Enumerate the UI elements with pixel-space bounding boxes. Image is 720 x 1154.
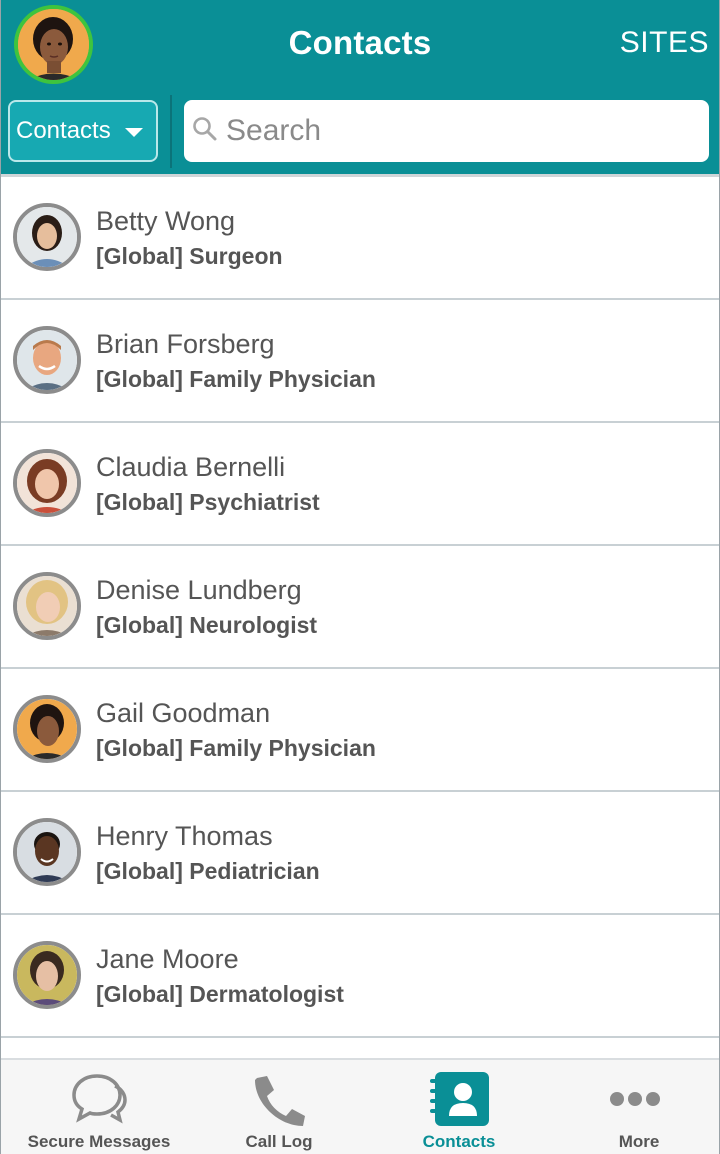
contact-row[interactable]: Denise Lundberg [Global] Neurologist: [1, 546, 719, 669]
contact-row[interactable]: Jane Moore [Global] Dermatologist: [1, 915, 719, 1038]
contact-photo: [17, 330, 77, 390]
tab-call-log[interactable]: Call Log: [197, 1060, 361, 1154]
contact-role: [Global] Family Physician: [96, 735, 376, 761]
tab-contacts[interactable]: Contacts: [361, 1060, 557, 1154]
contact-row[interactable]: Betty Wong [Global] Surgeon: [1, 177, 719, 300]
contacts-book-icon: [430, 1072, 489, 1126]
tab-label: Secure Messages: [27, 1132, 171, 1151]
contact-photo: [17, 453, 77, 513]
chat-bubbles-icon: [72, 1074, 127, 1124]
search-box[interactable]: [184, 100, 709, 162]
more-dots-icon: [610, 1092, 660, 1106]
contact-name: Claudia Bernelli: [96, 452, 286, 482]
contact-row[interactable]: Brian Forsberg [Global] Family Physician: [1, 300, 719, 423]
contact-photo: [17, 207, 77, 267]
tab-more[interactable]: More: [557, 1060, 719, 1154]
contact-role: [Global] Pediatrician: [96, 858, 320, 884]
contact-role: [Global] Neurologist: [96, 612, 318, 638]
contact-row[interactable]: Gail Goodman [Global] Family Physician: [1, 669, 719, 792]
phone-icon: [255, 1076, 305, 1126]
tab-label: Contacts: [422, 1132, 496, 1151]
contact-role: [Global] Psychiatrist: [96, 489, 320, 515]
contact-row[interactable]: Claudia Bernelli [Global] Psychiatrist: [1, 423, 719, 546]
contact-avatar: [13, 941, 81, 1009]
contact-name: Denise Lundberg: [96, 575, 302, 605]
contact-photo: [17, 699, 77, 759]
tab-secure-messages[interactable]: Secure Messages: [1, 1060, 197, 1154]
tab-label: More: [618, 1132, 660, 1151]
contact-name: Betty Wong: [96, 206, 236, 236]
contacts-filter-label: Contacts: [16, 117, 111, 144]
page-title: Contacts: [288, 24, 432, 61]
contact-avatar: [13, 326, 81, 394]
tab-label: Call Log: [245, 1132, 313, 1151]
contact-photo: [17, 576, 77, 636]
contact-role: [Global] Family Physician: [96, 366, 376, 392]
sites-button[interactable]: SITES: [620, 26, 709, 60]
contact-avatar: [13, 818, 81, 886]
filter-search-bar: Contacts: [1, 88, 719, 174]
contact-avatar: [13, 449, 81, 517]
contact-role: [Global] Dermatologist: [96, 981, 344, 1007]
contacts-filter-dropdown[interactable]: Contacts: [8, 100, 158, 162]
contact-avatar: [13, 572, 81, 640]
bottom-tab-bar: Secure Messages Call Log Contacts More: [1, 1058, 719, 1154]
contact-list: Betty Wong [Global] Surgeon Brian Forsbe…: [1, 177, 719, 1060]
contact-role: [Global] Surgeon: [96, 243, 283, 269]
contact-name: Jane Moore: [96, 944, 239, 974]
caret-down-icon: [125, 128, 143, 137]
contact-name: Brian Forsberg: [96, 329, 275, 359]
contact-name: Gail Goodman: [96, 698, 271, 728]
app-frame: Contacts SITES Contacts Search Betty Won…: [0, 0, 720, 1154]
contact-avatar: [13, 203, 81, 271]
contact-row-partial[interactable]: [1, 1038, 719, 1060]
search-input[interactable]: [226, 108, 696, 154]
divider: [170, 95, 172, 168]
search-icon: [193, 117, 217, 141]
contact-row[interactable]: Henry Thomas [Global] Pediatrician: [1, 792, 719, 915]
contact-photo: [17, 945, 77, 1005]
contact-name: Henry Thomas: [96, 821, 273, 851]
top-bar: Contacts SITES: [1, 0, 719, 88]
contact-avatar: [13, 695, 81, 763]
contact-photo: [17, 822, 77, 882]
